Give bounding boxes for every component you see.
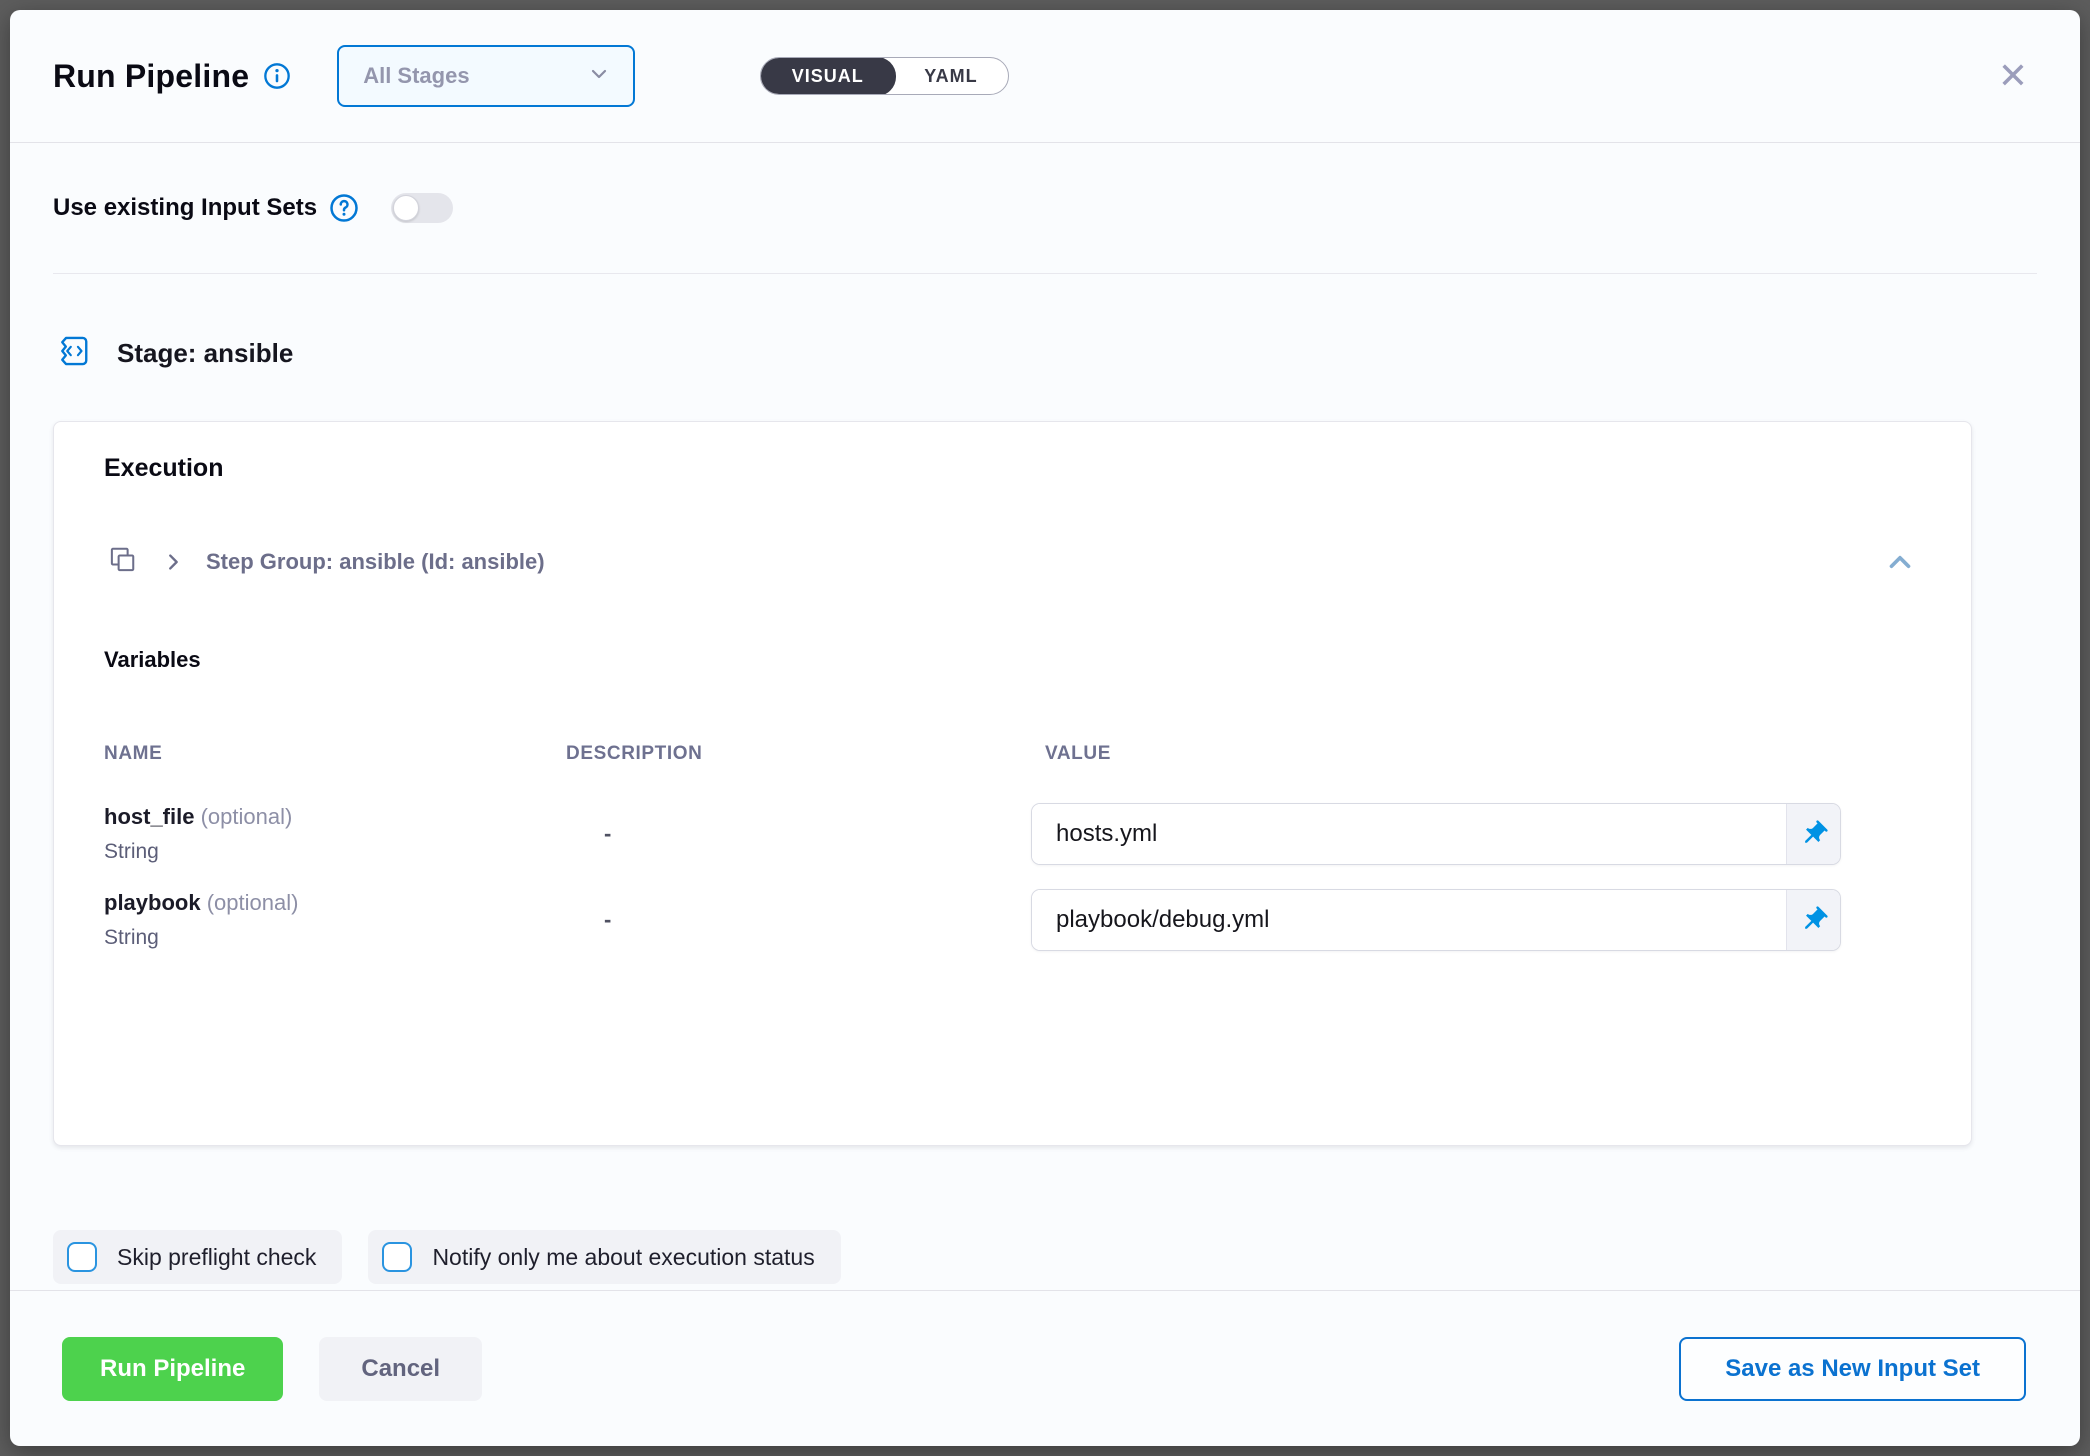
- page-title: Run Pipeline: [53, 58, 249, 95]
- run-pipeline-button[interactable]: Run Pipeline: [62, 1337, 283, 1401]
- column-header-name: NAME: [104, 743, 566, 765]
- variable-description: -: [566, 907, 1031, 933]
- stage-header-row: Stage: ansible: [53, 332, 2037, 375]
- toggle-knob: [393, 195, 419, 221]
- use-existing-input-sets-label: Use existing Input Sets: [53, 194, 317, 222]
- run-pipeline-dialog: Run Pipeline All Stages VISUAL YAML ✕ U: [10, 10, 2080, 1446]
- chevron-right-icon[interactable]: [162, 551, 184, 573]
- host-file-value-input[interactable]: [1032, 804, 1786, 864]
- variable-optional-tag: (optional): [201, 804, 293, 829]
- chevron-up-icon[interactable]: [1879, 541, 1921, 583]
- stage-name-label: Stage: ansible: [117, 338, 293, 369]
- value-input-group: [1031, 889, 1841, 951]
- skip-preflight-label: Skip preflight check: [117, 1244, 316, 1271]
- variable-description: -: [566, 821, 1031, 847]
- use-existing-input-sets-row: Use existing Input Sets: [53, 193, 2037, 223]
- variable-type: String: [104, 840, 566, 864]
- execution-title: Execution: [104, 454, 1921, 483]
- execution-card: Execution Step Group: ansible (Id: ansib…: [53, 421, 1972, 1146]
- variable-name: host_file: [104, 804, 194, 829]
- step-group-icon: [104, 542, 140, 583]
- help-icon[interactable]: [329, 193, 359, 223]
- variable-type: String: [104, 926, 566, 950]
- pin-icon[interactable]: [1786, 804, 1840, 864]
- dialog-body: Use existing Input Sets Stage: ansi: [10, 143, 2080, 1290]
- variable-name-cell: host_file (optional) String: [104, 804, 566, 864]
- variable-name-cell: playbook (optional) String: [104, 890, 566, 950]
- skip-preflight-option[interactable]: Skip preflight check: [53, 1230, 342, 1284]
- value-input-group: [1031, 803, 1841, 865]
- notify-only-me-checkbox[interactable]: [382, 1242, 412, 1272]
- table-row: playbook (optional) String -: [104, 889, 1921, 951]
- notify-only-me-option[interactable]: Notify only me about execution status: [368, 1230, 840, 1284]
- stage-select-value: All Stages: [363, 63, 469, 89]
- close-icon[interactable]: ✕: [1986, 52, 2040, 100]
- playbook-value-input[interactable]: [1032, 890, 1786, 950]
- dialog-footer: Run Pipeline Cancel Save as New Input Se…: [10, 1290, 2080, 1446]
- input-sets-toggle-switch[interactable]: [391, 193, 453, 223]
- dialog-header: Run Pipeline All Stages VISUAL YAML ✕: [10, 10, 2080, 143]
- pin-icon[interactable]: [1786, 890, 1840, 950]
- step-group-label: Step Group: ansible (Id: ansible): [206, 549, 545, 575]
- skip-preflight-checkbox[interactable]: [67, 1242, 97, 1272]
- section-divider: [53, 273, 2037, 274]
- execution-options-row: Skip preflight check Notify only me abou…: [53, 1230, 2037, 1284]
- variables-title: Variables: [104, 647, 1921, 673]
- tab-yaml[interactable]: YAML: [894, 58, 1007, 94]
- visual-yaml-toggle: VISUAL YAML: [760, 57, 1008, 95]
- info-icon[interactable]: [263, 62, 291, 90]
- tab-visual[interactable]: VISUAL: [760, 57, 896, 95]
- step-group-row[interactable]: Step Group: ansible (Id: ansible): [104, 541, 1921, 583]
- notify-only-me-label: Notify only me about execution status: [432, 1244, 814, 1271]
- table-row: host_file (optional) String -: [104, 803, 1921, 865]
- variable-optional-tag: (optional): [207, 890, 299, 915]
- stage-select-dropdown[interactable]: All Stages: [337, 45, 635, 107]
- save-as-new-input-set-button[interactable]: Save as New Input Set: [1679, 1337, 2026, 1401]
- column-header-description: DESCRIPTION: [566, 743, 1031, 765]
- variable-name: playbook: [104, 890, 201, 915]
- stage-icon: [53, 332, 91, 375]
- variables-table-header: NAME DESCRIPTION VALUE: [104, 743, 1921, 765]
- column-header-value: VALUE: [1031, 743, 1921, 765]
- cancel-button[interactable]: Cancel: [319, 1337, 482, 1401]
- chevron-down-icon: [587, 62, 611, 91]
